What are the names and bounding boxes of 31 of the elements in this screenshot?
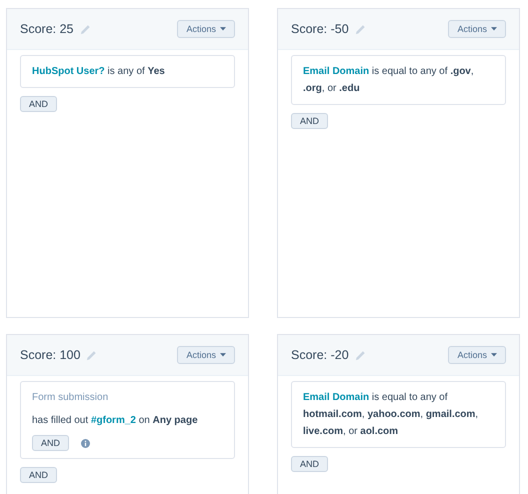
caret-icon [491, 27, 497, 31]
caret-icon [491, 353, 497, 357]
score-title: Score: 100 [20, 348, 80, 362]
property-link[interactable]: Email Domain [303, 392, 370, 403]
and-button[interactable]: AND [20, 467, 58, 483]
filter-condition: Email Domain is equal to any of hotmail.com, yahoo.com, gmail.com, live.com, or aol.com [303, 391, 480, 439]
caret-icon [220, 353, 226, 357]
actions-dropdown[interactable]: Actions [448, 346, 506, 364]
and-button[interactable]: AND [32, 435, 70, 451]
filter-heading: Form submission [32, 391, 110, 405]
pencil-icon[interactable] [354, 24, 366, 34]
score-title: Score: -20 [291, 348, 349, 362]
and-button[interactable]: AND [291, 456, 328, 472]
actions-dropdown[interactable]: Actions [448, 20, 506, 38]
property-link[interactable]: Email Domain [303, 66, 370, 77]
pencil-icon[interactable] [80, 24, 91, 34]
pencil-icon[interactable] [86, 350, 98, 360]
filter-condition: has filled out #gform_2 on Any page [32, 414, 199, 428]
score-title: Score: -50 [291, 22, 349, 36]
actions-dropdown[interactable]: Actions [177, 20, 235, 38]
filter-condition: Email Domain is equal to any of .gov, .org, or .edu [303, 65, 475, 96]
actions-dropdown[interactable]: Actions [177, 346, 235, 364]
property-link[interactable]: #gform_2 [90, 415, 136, 426]
and-button[interactable]: AND [291, 113, 328, 129]
score-title: Score: 25 [20, 22, 74, 36]
pencil-icon[interactable] [354, 350, 366, 360]
and-button[interactable]: AND [20, 96, 58, 112]
property-link[interactable]: HubSpot User? [32, 66, 105, 77]
caret-icon [220, 27, 226, 31]
info-icon[interactable] [81, 438, 90, 448]
filter-condition: HubSpot User? is any of Yes [32, 65, 166, 79]
